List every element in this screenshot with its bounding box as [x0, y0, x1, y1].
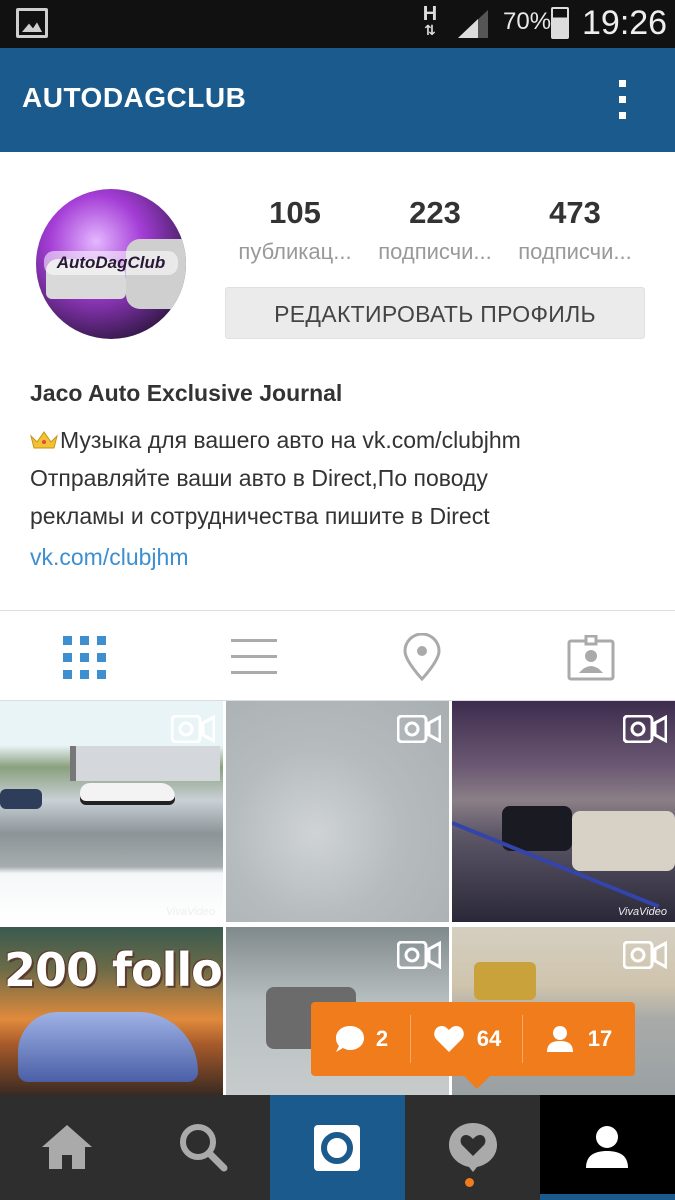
nav-search[interactable]	[135, 1095, 270, 1200]
profile-username-title: AUTODAGCLUB	[22, 82, 247, 113]
gallery-icon	[16, 8, 48, 38]
comment-icon	[335, 1026, 364, 1052]
nav-profile[interactable]	[540, 1095, 675, 1200]
tab-grid[interactable]	[0, 611, 168, 701]
nav-home[interactable]	[0, 1095, 135, 1200]
video-camera-icon	[171, 715, 215, 743]
video-camera-icon	[623, 715, 667, 743]
video-camera-icon	[623, 941, 667, 969]
stat-value: 473	[549, 195, 601, 230]
profile-stats: 105 публикац... 223 подписчи... 473 подп…	[225, 195, 645, 275]
stat-following[interactable]: 473 подписчи...	[505, 195, 645, 265]
tab-tagged[interactable]	[507, 611, 675, 701]
activity-summary-popup[interactable]: 2 64 17	[311, 1002, 635, 1089]
search-icon	[180, 1124, 228, 1172]
avatar-logo-text: AutoDagClub	[44, 251, 178, 275]
comments-count: 2	[375, 1026, 389, 1051]
activity-likes[interactable]: 64	[411, 1002, 523, 1076]
crown-icon	[30, 431, 58, 449]
media-tile[interactable]: VivaVideo	[452, 701, 675, 922]
stat-label: подписчи...	[378, 239, 492, 264]
more-vert-icon[interactable]	[608, 78, 638, 122]
tile-car	[18, 1012, 198, 1082]
edit-profile-button[interactable]: РЕДАКТИРОВАТЬ ПРОФИЛЬ	[225, 287, 645, 339]
bio-line: Отправляйте ваши авто в Direct,По поводу	[30, 465, 488, 491]
status-bar: H ⇅ 70% 19:26	[0, 0, 675, 48]
bio-line: рекламы и сотрудничества пишите в Direct	[30, 503, 490, 529]
tile-building	[70, 746, 220, 781]
camera-icon	[314, 1125, 360, 1171]
home-icon	[42, 1125, 92, 1169]
tile-suv	[572, 811, 675, 871]
stat-value: 105	[269, 195, 321, 230]
notification-dot	[465, 1178, 474, 1187]
profile-full-name: Jaco Auto Exclusive Journal	[30, 380, 343, 406]
video-camera-icon	[397, 715, 441, 743]
network-type: H ⇅	[422, 3, 438, 38]
media-tile[interactable]: VivaVideo	[0, 701, 223, 922]
profile-icon	[586, 1126, 628, 1168]
grid-icon	[63, 636, 107, 680]
stat-value: 223	[409, 195, 461, 230]
activity-followers[interactable]: 17	[523, 1002, 635, 1076]
media-tile[interactable]: 200 followers	[0, 927, 223, 1095]
person-icon	[546, 1026, 573, 1052]
nav-camera[interactable]	[270, 1095, 405, 1200]
followers-count: 17	[587, 1026, 613, 1051]
stat-followers[interactable]: 223 подписчи...	[365, 195, 505, 265]
activity-icon	[449, 1123, 497, 1172]
bio-line: Музыка для вашего авто на vk.com/clubjhm	[30, 421, 650, 459]
app-bar: AUTODAGCLUB	[0, 48, 675, 152]
clock: 19:26	[582, 4, 668, 42]
media-tile[interactable]	[226, 701, 449, 922]
heart-icon	[433, 1026, 464, 1052]
tagged-photos-icon	[567, 635, 615, 681]
tile-suv	[474, 962, 536, 1000]
bio-text: Музыка для вашего авто на vk.com/clubjhm…	[30, 421, 650, 535]
bottom-navigation	[0, 1095, 675, 1200]
likes-count: 64	[476, 1026, 502, 1051]
tab-location[interactable]	[338, 611, 506, 701]
profile-bio: Jaco Auto Exclusive Journal Музыка для в…	[30, 380, 650, 577]
avatar[interactable]: AutoDagClub	[36, 189, 186, 339]
video-camera-icon	[397, 941, 441, 969]
video-watermark: VivaVideo	[165, 906, 215, 918]
location-pin-icon	[403, 633, 441, 681]
battery-percent: 70%	[503, 8, 552, 35]
bio-website-link[interactable]: vk.com/clubjhm	[30, 537, 650, 577]
list-icon	[231, 636, 277, 676]
tile-car	[0, 789, 42, 809]
profile-view-tabs	[0, 610, 675, 701]
stat-label: публикац...	[238, 239, 352, 264]
tile-car	[502, 806, 572, 851]
video-watermark: VivaVideo	[617, 906, 667, 918]
activity-comments[interactable]: 2	[311, 1002, 411, 1076]
signal-icon	[458, 10, 488, 38]
tab-list[interactable]	[169, 611, 337, 701]
tile-caption: 200 followers	[4, 943, 223, 997]
stat-posts[interactable]: 105 публикац...	[225, 195, 365, 265]
stat-label: подписчи...	[518, 239, 632, 264]
tile-car	[80, 783, 175, 805]
battery-charging-icon	[551, 7, 569, 39]
